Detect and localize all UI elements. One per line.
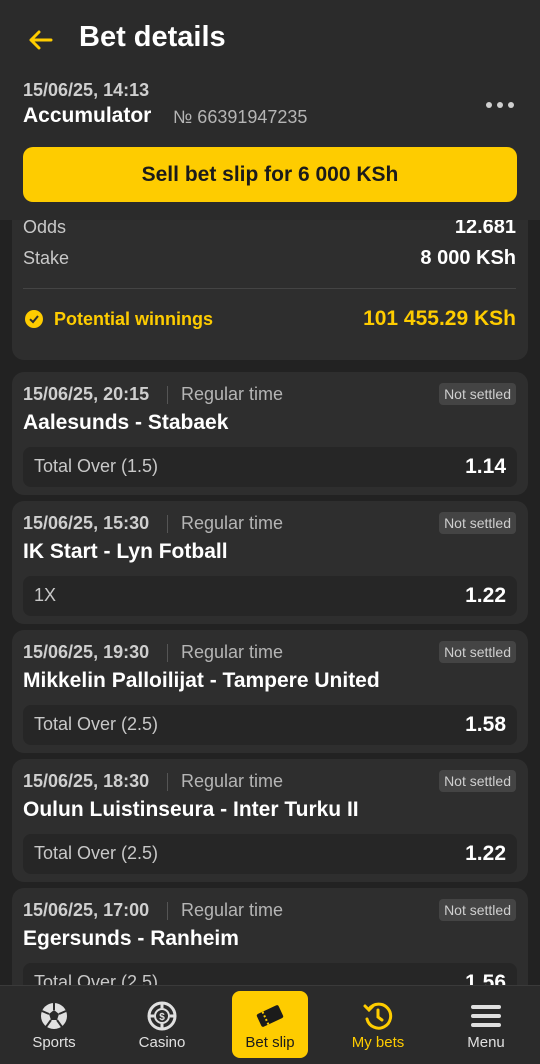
event-period: Regular time: [181, 771, 284, 791]
status-badge: Not settled: [439, 512, 516, 534]
event-card[interactable]: 15/06/25, 18:30 Regular time Not settled…: [12, 759, 528, 882]
event-period: Regular time: [181, 900, 284, 920]
nav-item-menu[interactable]: Menu: [436, 986, 536, 1064]
event-period: Regular time: [181, 384, 284, 404]
event-market: Total Over (1.5): [34, 456, 159, 476]
event-card[interactable]: 15/06/25, 19:30 Regular time Not settled…: [12, 630, 528, 753]
svg-text:$: $: [159, 1012, 165, 1023]
event-match: IK Start - Lyn Fotball: [23, 540, 228, 563]
history-icon: [363, 1002, 393, 1030]
nav-item-casino[interactable]: $ Casino: [112, 986, 212, 1064]
nav-item-my-bets[interactable]: My bets: [328, 986, 428, 1064]
status-badge: Not settled: [439, 641, 516, 663]
nav-label: Casino: [138, 1034, 186, 1051]
bet-datetime: 15/06/25, 14:13: [23, 80, 150, 100]
more-dots-icon: [486, 102, 492, 108]
nav-item-bet-slip[interactable]: Bet slip: [220, 986, 320, 1064]
bet-number: № 66391947235: [173, 107, 308, 127]
stake-value: 8 000 KSh: [420, 247, 516, 269]
back-button[interactable]: [24, 22, 56, 58]
event-odds: 1.14: [465, 455, 506, 478]
event-datetime: 15/06/25, 20:15: [23, 384, 150, 404]
event-period: Regular time: [181, 642, 284, 662]
ticket-icon: [256, 1005, 284, 1027]
status-badge: Not settled: [439, 899, 516, 921]
more-options-button[interactable]: [480, 94, 520, 116]
event-market: Total Over (2.5): [34, 843, 159, 863]
event-datetime: 15/06/25, 17:00: [23, 900, 150, 920]
event-card[interactable]: 15/06/25, 15:30 Regular time Not settled…: [12, 501, 528, 624]
event-market-row: Total Over (2.5) 1.58: [23, 705, 517, 745]
check-circle-icon: [25, 310, 43, 328]
event-market-row: Total Over (2.5) 1.22: [23, 834, 517, 874]
event-datetime: 15/06/25, 18:30: [23, 771, 150, 791]
divider: [167, 644, 168, 662]
status-badge: Not settled: [439, 383, 516, 405]
page-title: Bet details: [79, 21, 226, 53]
app-header: Bet details: [0, 0, 540, 82]
event-period: Regular time: [181, 513, 284, 533]
divider: [23, 288, 516, 289]
divider: [167, 902, 168, 920]
nav-label: My bets: [351, 1034, 405, 1051]
nav-label: Sports: [32, 1034, 76, 1051]
event-match: Aalesunds - Stabaek: [23, 411, 229, 434]
sell-bet-slip-button[interactable]: Sell bet slip for 6 000 KSh: [23, 147, 517, 202]
menu-icon: [471, 1005, 501, 1027]
bet-type: Accumulator: [23, 104, 152, 127]
soccer-ball-icon: [41, 1003, 67, 1029]
nav-label: Menu: [467, 1034, 505, 1051]
bottom-nav: Sports $ Casino Bet slip My bets Menu: [0, 985, 540, 1064]
potential-winnings-label: Potential winnings: [54, 309, 214, 329]
event-odds: 1.58: [465, 713, 506, 736]
stake-label: Stake: [23, 248, 70, 268]
event-odds: 1.22: [465, 842, 506, 865]
status-badge: Not settled: [439, 770, 516, 792]
event-market: 1X: [34, 585, 57, 605]
nav-item-sports[interactable]: Sports: [4, 986, 104, 1064]
casino-chip-icon: $: [147, 1001, 177, 1031]
event-market: Total Over (2.5): [34, 714, 159, 734]
event-card[interactable]: 15/06/25, 20:15 Regular time Not settled…: [12, 372, 528, 495]
bet-summary: 15/06/25, 14:13 Accumulator № 6639194723…: [0, 72, 540, 220]
event-datetime: 15/06/25, 19:30: [23, 642, 150, 662]
divider: [167, 515, 168, 533]
event-match: Mikkelin Palloilijat - Tampere United: [23, 669, 380, 692]
event-match: Oulun Luistinseura - Inter Turku II: [23, 798, 359, 821]
divider: [167, 386, 168, 404]
event-market-row: Total Over (1.5) 1.14: [23, 447, 517, 487]
event-match: Egersunds - Ranheim: [23, 927, 239, 950]
arrow-left-icon: [29, 30, 53, 50]
potential-winnings-value: 101 455.29 KSh: [363, 307, 516, 330]
divider: [167, 773, 168, 791]
event-odds: 1.22: [465, 584, 506, 607]
nav-label: Bet slip: [245, 1034, 295, 1051]
event-datetime: 15/06/25, 15:30: [23, 513, 150, 533]
bet-totals-card: Odds 12.681 Stake 8 000 KSh Potential wi…: [12, 200, 528, 360]
odds-label: Odds: [23, 217, 67, 237]
event-market-row: 1X 1.22: [23, 576, 517, 616]
